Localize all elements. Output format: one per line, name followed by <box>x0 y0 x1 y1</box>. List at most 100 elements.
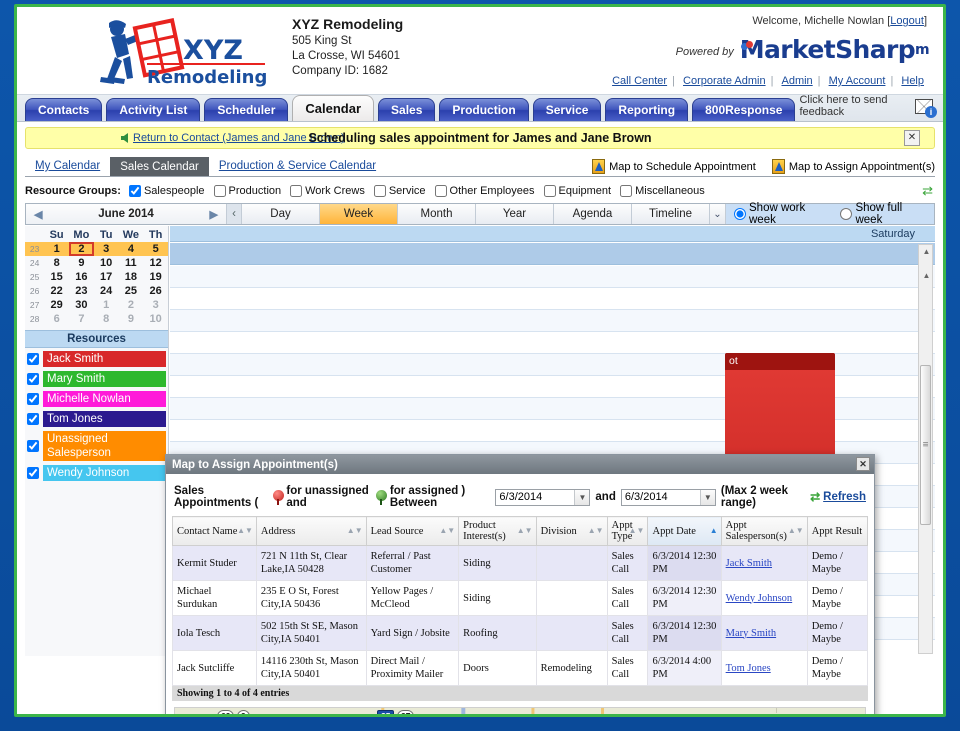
view-week[interactable]: Week <box>320 204 398 224</box>
salesperson-link[interactable]: Wendy Johnson <box>726 593 793 604</box>
col-product-interests[interactable]: Product Interest(s)▲▼ <box>459 517 536 546</box>
resource-group-miscellaneous[interactable]: Miscellaneous <box>620 185 705 197</box>
resource-group-production[interactable]: Production <box>214 185 282 197</box>
sort-icon-address[interactable]: ▲▼ <box>347 527 363 535</box>
map-compass-control[interactable]: N ‹ ↻ › ⌄ <box>185 716 231 717</box>
refresh-link[interactable]: Refresh <box>823 491 866 503</box>
cb-work-crews[interactable] <box>290 185 302 197</box>
col-appt-result[interactable]: Appt Result <box>807 517 867 546</box>
rb-full-week[interactable] <box>840 208 852 220</box>
cell-appt-salesperson[interactable]: Wendy Johnson <box>721 581 807 616</box>
resource-group-other-employees[interactable]: Other Employees <box>435 185 535 197</box>
mini-cal-day[interactable]: 2 <box>119 298 144 312</box>
mini-cal-day[interactable]: 19 <box>143 270 168 284</box>
radio-show-work-week[interactable]: Show work week <box>734 202 828 226</box>
mini-cal-day[interactable]: 4 <box>119 242 144 256</box>
cb-resource-michelle-nowlan[interactable] <box>27 393 39 405</box>
resource-item-jack-smith[interactable]: Jack Smith <box>27 351 166 367</box>
tab-scheduler[interactable]: Scheduler <box>204 98 288 121</box>
mini-cal-day[interactable]: 30 <box>69 298 94 312</box>
resource-item-mary-smith[interactable]: Mary Smith <box>27 371 166 387</box>
view-agenda[interactable]: Agenda <box>554 204 632 224</box>
cb-service[interactable] <box>374 185 386 197</box>
table-row[interactable]: Kermit Studer 721 N 11th St, Clear Lake,… <box>173 546 868 581</box>
cb-resource-unassigned[interactable] <box>27 440 39 452</box>
date-to-field[interactable]: ▼ <box>621 489 716 506</box>
mini-cal-day[interactable]: 15 <box>44 270 69 284</box>
send-feedback-button[interactable]: Click here to send feedback i <box>799 94 933 118</box>
mini-cal-day[interactable]: 1 <box>94 298 119 312</box>
cb-resource-wendy-johnson[interactable] <box>27 467 39 479</box>
tab-sales[interactable]: Sales <box>378 98 435 121</box>
tab-service[interactable]: Service <box>533 98 602 121</box>
tab-reporting[interactable]: Reporting <box>605 98 688 121</box>
mini-cal-day[interactable]: 3 <box>94 242 119 256</box>
resource-group-work-crews[interactable]: Work Crews <box>290 185 365 197</box>
mini-cal-day[interactable]: 6 <box>44 312 69 326</box>
cb-resource-jack-smith[interactable] <box>27 353 39 365</box>
resource-item-tom-jones[interactable]: Tom Jones <box>27 411 166 427</box>
cell-appt-salesperson[interactable]: Mary Smith <box>721 616 807 651</box>
mini-cal-day[interactable]: 29 <box>44 298 69 312</box>
salesperson-link[interactable]: Jack Smith <box>726 558 772 569</box>
resource-item-michelle-nowlan[interactable]: Michelle Nowlan <box>27 391 166 407</box>
mini-cal-day[interactable]: 17 <box>94 270 119 284</box>
table-row[interactable]: Jack Sutcliffe 14116 230th St, Mason Cit… <box>173 651 868 686</box>
refresh-icon[interactable]: ⇄ <box>922 183 933 199</box>
sort-icon-appt-date-asc[interactable]: ▲ <box>710 527 718 535</box>
cb-other-employees[interactable] <box>435 185 447 197</box>
resource-group-equipment[interactable]: Equipment <box>544 185 612 197</box>
mini-cal-day[interactable]: 8 <box>44 256 69 270</box>
prev-month-button[interactable]: ◀ <box>34 208 42 221</box>
date-from-field[interactable]: ▼ <box>495 489 590 506</box>
mini-cal-day[interactable]: 23 <box>69 284 94 298</box>
resource-group-service[interactable]: Service <box>374 185 426 197</box>
map-to-schedule-appointment[interactable]: Map to Schedule Appointment <box>592 159 756 174</box>
mini-cal-day[interactable]: 5 <box>143 242 168 256</box>
mini-cal-day[interactable]: 26 <box>143 284 168 298</box>
mini-cal-day[interactable]: 1 <box>44 242 69 256</box>
col-contact-name[interactable]: Contact Name▲▼ <box>173 517 257 546</box>
table-row[interactable]: Iola Tesch 502 15th St SE, Mason City,IA… <box>173 616 868 651</box>
view-year[interactable]: Year <box>476 204 554 224</box>
cb-equipment[interactable] <box>544 185 556 197</box>
col-appt-type[interactable]: Appt Type▲▼ <box>607 517 648 546</box>
tab-contacts[interactable]: Contacts <box>25 98 102 121</box>
link-help[interactable]: Help <box>901 75 924 87</box>
mini-cal-day[interactable]: 16 <box>69 270 94 284</box>
collapse-panel-button[interactable]: ‹ <box>226 204 242 224</box>
cb-production[interactable] <box>214 185 226 197</box>
logout-link[interactable]: Logout <box>890 15 924 27</box>
col-appt-date[interactable]: Appt Date▲ <box>648 517 721 546</box>
calendar-vertical-scrollbar[interactable]: ▲ ▲ <box>918 244 933 654</box>
view-timeline[interactable]: Timeline <box>632 204 710 224</box>
date-to-chevron-down-icon[interactable]: ▼ <box>700 490 715 505</box>
mini-cal-day[interactable]: 11 <box>119 256 144 270</box>
mini-cal-day[interactable]: 10 <box>143 312 168 326</box>
sort-icon-appt-type[interactable]: ▲▼ <box>629 527 645 535</box>
tab-800response[interactable]: 800Response <box>692 98 795 121</box>
mini-cal-day[interactable]: 3 <box>143 298 168 312</box>
map-to-assign-appointments[interactable]: Map to Assign Appointment(s) <box>772 159 935 174</box>
resource-group-salespeople[interactable]: Salespeople <box>129 185 205 197</box>
col-division[interactable]: Division▲▼ <box>536 517 607 546</box>
salesperson-link[interactable]: Mary Smith <box>726 628 776 639</box>
date-to-input[interactable] <box>622 490 700 505</box>
subtab-production-service-label[interactable]: Production & Service Calendar <box>219 160 376 172</box>
col-appt-salesperson[interactable]: Appt Salesperson(s)▲▼ <box>721 517 807 546</box>
cb-resource-tom-jones[interactable] <box>27 413 39 425</box>
date-from-chevron-down-icon[interactable]: ▼ <box>574 490 589 505</box>
mini-cal-day[interactable]: 7 <box>69 312 94 326</box>
subtab-sales-calendar[interactable]: Sales Calendar <box>110 157 209 176</box>
table-row[interactable]: Michael Surdukan 235 E O St, Forest City… <box>173 581 868 616</box>
mini-cal-day[interactable]: 18 <box>119 270 144 284</box>
mini-cal-day[interactable]: 24 <box>94 284 119 298</box>
link-call-center[interactable]: Call Center <box>612 75 667 87</box>
mini-cal-day[interactable]: 8 <box>94 312 119 326</box>
banner-close-button[interactable]: ✕ <box>904 130 920 146</box>
modal-close-button[interactable]: ✕ <box>856 457 870 471</box>
scroll-up-arrow-icon[interactable]: ▲ <box>921 247 932 257</box>
date-from-input[interactable] <box>496 490 574 505</box>
subtab-production-service-calendar[interactable]: Production & Service Calendar <box>209 156 386 176</box>
view-day[interactable]: Day <box>242 204 320 224</box>
